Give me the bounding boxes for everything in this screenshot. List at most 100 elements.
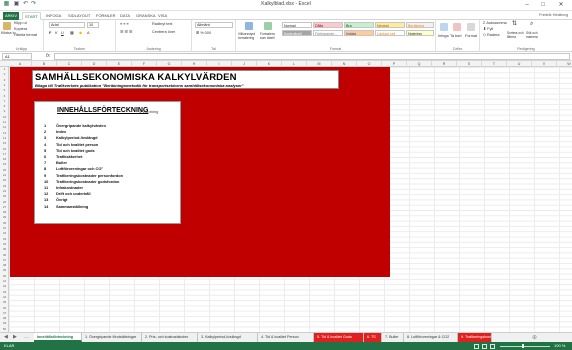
toc-reference[interactable]: 1 Vårdning: [139, 109, 158, 114]
toc-item[interactable]: 5 Tid och kvalitet gods: [44, 148, 95, 154]
minimize-button[interactable]: –: [520, 0, 534, 10]
zoom-slider[interactable]: [500, 345, 550, 347]
row-header[interactable]: 49: [0, 321, 9, 326]
fill-color-icon[interactable]: ◆: [79, 31, 82, 36]
more-sheets-icon[interactable]: …: [24, 334, 29, 340]
row-header[interactable]: 25: [0, 194, 9, 199]
row-header[interactable]: 1: [0, 67, 9, 72]
row-header[interactable]: 37: [0, 258, 9, 263]
row-header[interactable]: 21: [0, 173, 9, 178]
row-header[interactable]: 39: [0, 268, 9, 273]
row-header[interactable]: 16: [0, 147, 9, 152]
tab-home[interactable]: START: [22, 12, 41, 20]
row-header[interactable]: 14: [0, 136, 9, 141]
bold-icon[interactable]: F: [49, 31, 51, 36]
format-cells-icon[interactable]: [467, 23, 475, 31]
tab-file[interactable]: ARKIV: [3, 12, 19, 20]
row-header[interactable]: 8: [0, 104, 9, 109]
style-calculation[interactable]: Beräkning: [406, 22, 434, 28]
row-header[interactable]: 23: [0, 184, 9, 189]
row-header[interactable]: 20: [0, 168, 9, 173]
row-header[interactable]: 4: [0, 83, 9, 88]
style-normal[interactable]: Normal: [282, 22, 312, 28]
style-good[interactable]: Bra: [344, 22, 374, 28]
row-header[interactable]: 2: [0, 72, 9, 77]
tab-insert[interactable]: INFOGA: [44, 12, 63, 20]
row-header[interactable]: 18: [0, 157, 9, 162]
row-header[interactable]: 24: [0, 189, 9, 194]
row-header[interactable]: 6: [0, 94, 9, 99]
row-header[interactable]: 3: [0, 78, 9, 83]
zoom-slider-knob[interactable]: [522, 344, 524, 348]
font-color-icon[interactable]: A: [87, 31, 90, 36]
row-header[interactable]: 10: [0, 115, 9, 120]
row-header[interactable]: 17: [0, 152, 9, 157]
style-input[interactable]: Indata: [344, 30, 374, 36]
sheet-tab[interactable]: 6. TS: [364, 333, 382, 342]
row-header[interactable]: 29: [0, 215, 9, 220]
delete-cells-icon[interactable]: [453, 23, 461, 31]
toc-item[interactable]: 6 Trafiksäkerhet: [44, 154, 82, 160]
page-break-view-icon[interactable]: [490, 343, 495, 349]
row-header[interactable]: 32: [0, 231, 9, 236]
row-header[interactable]: 38: [0, 263, 9, 268]
format-button[interactable]: Format: [465, 34, 477, 39]
row-header[interactable]: 40: [0, 274, 9, 279]
tab-formulas[interactable]: FORMLER: [94, 12, 118, 20]
delete-button[interactable]: Ta bort: [450, 34, 462, 39]
autosum-button[interactable]: Σ Autosumma: [483, 21, 507, 26]
user-name[interactable]: Fredrik Hedborg: [539, 12, 568, 17]
toc-item[interactable]: 1 Övergripande kalkylvärden: [44, 123, 106, 129]
toc-item[interactable]: 7 Buller: [44, 160, 67, 166]
sheet-tab[interactable]: 1. Övergripande förutsättningar: [82, 333, 142, 342]
toc-item[interactable]: 2 Index: [44, 129, 66, 135]
sheet-tab[interactable]: 4. Tid & kvalitet Person: [258, 333, 314, 342]
format-as-table-icon[interactable]: [264, 22, 272, 30]
row-header[interactable]: 44: [0, 295, 9, 300]
close-button[interactable]: ✕: [554, 0, 568, 10]
row-header[interactable]: 7: [0, 99, 9, 104]
row-header[interactable]: 42: [0, 284, 9, 289]
find-select-icon[interactable]: ⌕: [530, 21, 533, 27]
paste-icon[interactable]: [3, 22, 11, 30]
currency-icon[interactable]: ⊞ % 000: [196, 31, 211, 36]
underline-icon[interactable]: U: [61, 31, 64, 36]
row-header[interactable]: 9: [0, 109, 9, 114]
row-header[interactable]: 43: [0, 290, 9, 295]
function-icon[interactable]: fx: [46, 53, 50, 59]
italic-icon[interactable]: K: [55, 31, 58, 36]
row-header[interactable]: 19: [0, 162, 9, 167]
sort-filter-icon[interactable]: ⇅: [512, 21, 517, 27]
toc-item[interactable]: 11 Infrakostnader: [44, 185, 83, 191]
row-header[interactable]: 47: [0, 311, 9, 316]
find-select-button[interactable]: Sök och markera: [526, 31, 546, 39]
page-layout-view-icon[interactable]: [482, 343, 487, 349]
row-header[interactable]: 50: [0, 327, 9, 332]
style-linked-cell[interactable]: Länkad cell: [375, 30, 405, 36]
fill-button[interactable]: ⬇ Fyll: [483, 27, 493, 32]
conditional-formatting-button[interactable]: Villkorsstyrd formatering: [238, 32, 260, 40]
style-note[interactable]: Notering: [406, 30, 434, 36]
cut-button[interactable]: Klipp ut: [14, 21, 27, 26]
toc-item[interactable]: 9 Trafikeringskostnader personfordon: [44, 173, 123, 179]
row-header[interactable]: 13: [0, 131, 9, 136]
sheet-tab[interactable]: 5. Tid & kvalitet Gods: [314, 333, 364, 342]
toc-item[interactable]: 3 Kalkylperiod-livslängd: [44, 135, 98, 141]
row-header[interactable]: 45: [0, 300, 9, 305]
zoom-level[interactable]: 100 %: [554, 343, 565, 348]
sort-filter-button[interactable]: Sortera och filtrera: [507, 31, 525, 39]
toc-item[interactable]: 14 Sammanställning: [44, 204, 88, 210]
row-header[interactable]: 22: [0, 178, 9, 183]
sheet-tab[interactable]: 7. Buller: [382, 333, 404, 342]
normal-view-icon[interactable]: [474, 343, 479, 349]
merge-center-button[interactable]: Centrera över: [152, 30, 175, 35]
format-painter-button[interactable]: Hämta format: [14, 33, 37, 38]
style-explanatory[interactable]: Förklarande...: [313, 30, 343, 36]
add-sheet-icon[interactable]: ⊕: [532, 334, 537, 341]
row-header[interactable]: 27: [0, 205, 9, 210]
row-header[interactable]: 48: [0, 316, 9, 321]
row-header[interactable]: 34: [0, 242, 9, 247]
sheet-tab[interactable]: 8. Luftföroreningar & CO2: [404, 333, 458, 342]
row-header[interactable]: 46: [0, 306, 9, 311]
tab-review[interactable]: GRANSKA: [134, 12, 158, 20]
